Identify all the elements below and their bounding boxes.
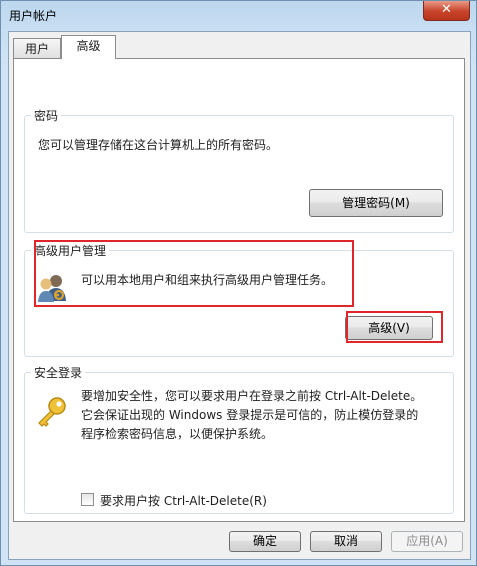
tab-users[interactable]: 用户	[13, 38, 61, 58]
highlight-box-group	[34, 240, 354, 307]
secure-logon-description-line-3: 程序检索密码信息，以便保护系统。	[81, 427, 274, 441]
secure-logon-legend: 安全登录	[31, 364, 86, 381]
passwords-group: 密码 您可以管理存储在这台计算机上的所有密码。 管理密码(M)	[24, 107, 454, 233]
require-ctrl-alt-delete-checkbox[interactable]	[81, 493, 94, 506]
secure-logon-description-line-1: 要增加安全性，您可以要求用户在登录之前按 Ctrl-Alt-Delete。	[81, 389, 423, 403]
close-icon: ✕	[441, 2, 452, 17]
secure-logon-description-line-2: 它会保证出现的 Windows 登录提示是可信的，防止模仿登录的	[81, 408, 419, 422]
dialog-window: 用户帐户 ✕ 用户 高级 密码 您可以管理存储在这台计算机上的所有密码。 管理密…	[0, 0, 477, 566]
highlight-box-button	[346, 311, 443, 343]
tab-advanced[interactable]: 高级	[61, 35, 116, 59]
require-ctrl-alt-delete-label[interactable]: 要求用户按 Ctrl-Alt-Delete(R)	[100, 492, 267, 509]
tab-panel-advanced: 密码 您可以管理存储在这台计算机上的所有密码。 管理密码(M) 高级用户管理 可…	[13, 58, 465, 522]
manage-passwords-button[interactable]: 管理密码(M)	[309, 189, 443, 217]
dialog-client: 用户 高级 密码 您可以管理存储在这台计算机上的所有密码。 管理密码(M) 高级…	[8, 31, 471, 560]
passwords-description: 您可以管理存储在这台计算机上的所有密码。	[38, 138, 279, 152]
window-title: 用户帐户	[9, 9, 58, 23]
cancel-button[interactable]: 取消	[310, 531, 382, 552]
close-button[interactable]: ✕	[423, 1, 470, 21]
key-icon	[38, 397, 66, 427]
secure-logon-group: 安全登录 要增加安全性，您可以要求用户在登录之前按 Ctrl-Alt-Delet…	[24, 364, 454, 514]
passwords-legend: 密码	[31, 107, 62, 124]
ok-button[interactable]: 确定	[229, 531, 301, 552]
apply-button[interactable]: 应用(A)	[391, 531, 463, 552]
